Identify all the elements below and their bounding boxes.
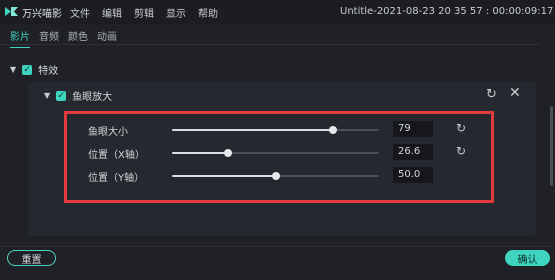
menu-file[interactable]: 文件 <box>70 5 90 20</box>
vertical-scrollbar[interactable] <box>550 106 553 186</box>
tabs-divider <box>0 44 540 45</box>
reset-button[interactable]: 重置 <box>7 250 56 266</box>
tab-animation[interactable]: 动画 <box>97 28 117 48</box>
tab-color[interactable]: 颜色 <box>68 28 88 48</box>
close-icon[interactable]: ✕ <box>509 85 521 101</box>
collapse-caret-icon[interactable]: ▼ <box>10 65 16 74</box>
menu-edit[interactable]: 编辑 <box>102 5 122 20</box>
menu-view[interactable]: 显示 <box>166 5 186 20</box>
effects-checkbox[interactable]: ✓ <box>22 64 33 75</box>
menu-bar: 文件 编辑 剪辑 显示 帮助 <box>70 5 218 20</box>
app-name: 万兴喵影 <box>22 9 62 20</box>
tab-audio[interactable]: 音频 <box>39 28 59 48</box>
menu-clip[interactable]: 剪辑 <box>134 5 154 20</box>
annotation-highlight-box <box>64 111 494 203</box>
effect-name: 鱼眼放大 <box>72 92 113 103</box>
tab-video[interactable]: 影片 <box>10 28 30 48</box>
effects-section-label: 特效 <box>38 66 59 77</box>
window-title: Untitle-2021-08-23 20 35 57 : 00:00:09:1… <box>340 6 554 17</box>
reset-icon[interactable]: ↻ <box>486 87 497 102</box>
property-tabs: 影片 音频 颜色 动画 <box>10 28 117 48</box>
ok-button[interactable]: 确认 <box>505 250 550 266</box>
effects-section-header[interactable]: ▼ ✓ 特效 <box>10 62 58 77</box>
collapse-caret-icon[interactable]: ▼ <box>44 91 50 100</box>
effect-header[interactable]: ▼ ✓ 鱼眼放大 <box>44 88 112 103</box>
menu-help[interactable]: 帮助 <box>198 5 218 20</box>
footer-divider <box>0 246 555 247</box>
app-logo-icon <box>5 7 18 16</box>
fisheye-effect-checkbox[interactable]: ✓ <box>56 90 67 101</box>
title-bar: 万兴喵影 文件 编辑 剪辑 显示 帮助 Untitle-2021-08-23 2… <box>0 0 555 24</box>
